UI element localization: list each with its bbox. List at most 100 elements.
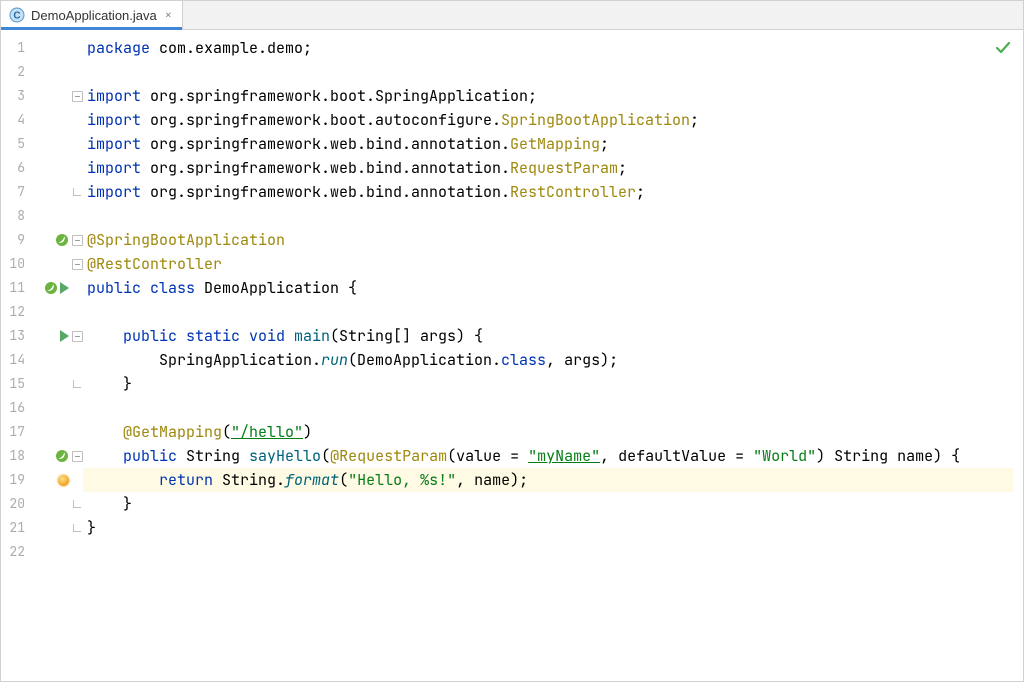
line-number[interactable]: 18 — [1, 444, 31, 468]
code-line[interactable] — [83, 540, 1023, 564]
line-number[interactable]: 6 — [1, 156, 31, 180]
line-number[interactable]: 4 — [1, 108, 31, 132]
line-number-gutter[interactable]: 12345678910111213141516171819202122 — [1, 30, 31, 681]
code-line[interactable]: SpringApplication.run(DemoApplication.cl… — [83, 348, 1023, 372]
code-line[interactable]: import org.springframework.boot.autoconf… — [83, 108, 1023, 132]
code-line[interactable] — [83, 300, 1023, 324]
fold-cell — [71, 36, 83, 60]
line-number[interactable]: 7 — [1, 180, 31, 204]
fold-close-icon[interactable] — [73, 524, 81, 532]
code-line[interactable]: import org.springframework.web.bind.anno… — [83, 180, 1023, 204]
code-line[interactable]: import org.springframework.web.bind.anno… — [83, 156, 1023, 180]
line-number[interactable]: 17 — [1, 420, 31, 444]
gutter-cell — [31, 468, 71, 492]
token-kw: public class — [87, 278, 204, 298]
file-tab[interactable]: C DemoApplication.java × — [1, 1, 183, 29]
code-line[interactable]: import org.springframework.web.bind.anno… — [83, 132, 1023, 156]
code-line[interactable]: import org.springframework.boot.SpringAp… — [83, 84, 1023, 108]
gutter-cell — [31, 396, 71, 420]
spring-bean-icon[interactable] — [55, 233, 69, 247]
gutter-icon-column[interactable] — [31, 30, 71, 681]
fold-open-icon[interactable] — [72, 331, 83, 342]
line-number[interactable]: 9 — [1, 228, 31, 252]
fold-cell — [71, 60, 83, 84]
code-line[interactable]: @GetMapping("/hello") — [83, 420, 1023, 444]
spring-bean-icon[interactable] — [55, 449, 69, 463]
token-plain: (String[] args) { — [330, 326, 483, 346]
gutter-cell — [31, 516, 71, 540]
code-line[interactable]: @SpringBootApplication — [83, 228, 1023, 252]
token-plain: ( — [339, 470, 348, 490]
line-number[interactable]: 11 — [1, 276, 31, 300]
line-number[interactable]: 21 — [1, 516, 31, 540]
token-pkg: org.springframework.web.bind.annotation. — [150, 134, 510, 154]
fold-cell — [71, 276, 83, 300]
line-number[interactable]: 2 — [1, 60, 31, 84]
line-number[interactable]: 13 — [1, 324, 31, 348]
line-number[interactable]: 16 — [1, 396, 31, 420]
token-plain: , args); — [546, 350, 618, 370]
intention-bulb-icon[interactable] — [58, 475, 69, 486]
line-number[interactable]: 22 — [1, 540, 31, 564]
close-icon[interactable]: × — [163, 7, 174, 23]
line-number[interactable]: 12 — [1, 300, 31, 324]
token-plain: } — [87, 494, 132, 514]
gutter-cell — [31, 108, 71, 132]
line-number[interactable]: 8 — [1, 204, 31, 228]
code-line[interactable] — [83, 396, 1023, 420]
line-number[interactable]: 10 — [1, 252, 31, 276]
code-line[interactable]: public String sayHello(@RequestParam(val… — [83, 444, 1023, 468]
fold-close-icon[interactable] — [73, 500, 81, 508]
code-line[interactable] — [83, 204, 1023, 228]
line-number[interactable]: 5 — [1, 132, 31, 156]
analysis-ok-icon[interactable] — [995, 40, 1011, 56]
code-area[interactable]: package com.example.demo; import org.spri… — [83, 30, 1023, 681]
fold-open-icon[interactable] — [72, 451, 83, 462]
line-number[interactable]: 20 — [1, 492, 31, 516]
fold-open-icon[interactable] — [72, 91, 83, 102]
token-plain: ) — [303, 422, 312, 442]
token-plain: (DemoApplication. — [348, 350, 501, 370]
fold-close-icon[interactable] — [73, 380, 81, 388]
code-line[interactable]: public class DemoApplication { — [83, 276, 1023, 300]
gutter-cell — [31, 204, 71, 228]
fold-cell — [71, 540, 83, 564]
gutter-cell — [31, 324, 71, 348]
code-line[interactable]: return String.format("Hello, %s!", name)… — [83, 468, 1023, 492]
gutter-cell — [31, 156, 71, 180]
line-number[interactable]: 15 — [1, 372, 31, 396]
token-plain: ( — [321, 446, 330, 466]
line-number[interactable]: 3 — [1, 84, 31, 108]
gutter-cell — [31, 420, 71, 444]
fold-cell — [71, 372, 83, 396]
token-pkg: org.springframework.web.bind.annotation. — [150, 158, 510, 178]
fold-open-icon[interactable] — [72, 259, 83, 270]
fold-open-icon[interactable] — [72, 235, 83, 246]
code-line[interactable]: } — [83, 492, 1023, 516]
fold-cell — [71, 300, 83, 324]
line-number[interactable]: 19 — [1, 468, 31, 492]
gutter-cell — [31, 444, 71, 468]
token-cls: String — [186, 446, 249, 466]
error-stripe[interactable] — [1013, 30, 1023, 681]
code-line[interactable]: } — [83, 372, 1023, 396]
token-plain: , name); — [456, 470, 528, 490]
line-number[interactable]: 14 — [1, 348, 31, 372]
line-number[interactable]: 1 — [1, 36, 31, 60]
token-ann: @SpringBootApplication — [87, 230, 285, 250]
run-icon[interactable] — [60, 330, 69, 342]
spring-bean-icon[interactable] — [44, 281, 58, 295]
fold-close-icon[interactable] — [73, 188, 81, 196]
token-plain: SpringApplication. — [87, 350, 321, 370]
run-icon[interactable] — [60, 282, 69, 294]
code-line[interactable]: @RestController — [83, 252, 1023, 276]
fold-cell — [71, 516, 83, 540]
code-line[interactable]: public static void main(String[] args) { — [83, 324, 1023, 348]
token-kw: class — [501, 350, 546, 370]
code-line[interactable]: package com.example.demo; — [83, 36, 1023, 60]
fold-cell — [71, 420, 83, 444]
code-line[interactable]: } — [83, 516, 1023, 540]
code-line[interactable] — [83, 60, 1023, 84]
token-plain: } — [87, 374, 132, 394]
fold-column[interactable] — [71, 30, 83, 681]
